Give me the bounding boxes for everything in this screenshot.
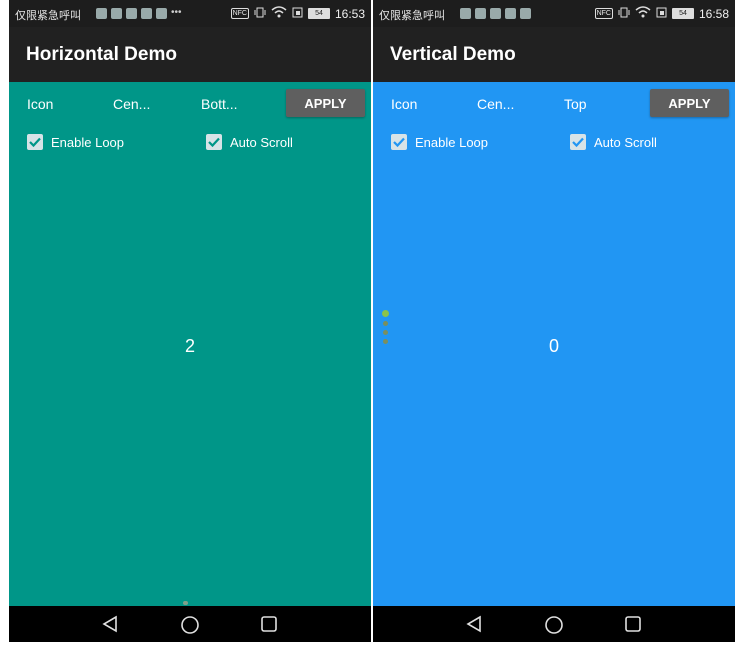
back-icon[interactable] xyxy=(465,615,483,638)
enable-loop-label: Enable Loop xyxy=(51,134,125,150)
gravity-spinner[interactable]: Cen... xyxy=(113,96,150,112)
recent-apps-icon[interactable] xyxy=(260,615,278,638)
vibrate-icon xyxy=(254,7,266,21)
position-spinner[interactable]: Top xyxy=(564,96,587,112)
page-title: Horizontal Demo xyxy=(26,44,177,65)
back-icon[interactable] xyxy=(101,615,119,638)
carrier-text: 仅限紧急呼叫 xyxy=(15,9,81,22)
sim-icon xyxy=(656,7,667,21)
page-title: Vertical Demo xyxy=(390,44,516,65)
app-bar: Horizontal Demo xyxy=(9,27,371,82)
sim-icon xyxy=(292,7,303,21)
horizontal-demo-screen: 仅限紧急呼叫 ••• NFC 54 16:53 Horizontal Demo xyxy=(9,0,371,642)
status-icons: NFC 54 16:53 xyxy=(230,6,365,21)
page-indicator xyxy=(183,601,188,605)
clock: 16:53 xyxy=(334,6,365,21)
battery-icon: 54 xyxy=(671,8,694,19)
vibrate-icon xyxy=(618,7,630,21)
checkbox-checked-icon xyxy=(206,134,222,150)
status-bar: 仅限紧急呼叫 ••• NFC 54 16:53 xyxy=(9,0,371,27)
apply-button[interactable]: APPLY xyxy=(650,89,729,117)
status-bar: 仅限紧急呼叫 NFC 54 16:58 xyxy=(373,0,735,27)
clock: 16:58 xyxy=(698,6,729,21)
notification-icon xyxy=(126,8,137,19)
indicator-dot xyxy=(383,321,388,326)
nfc-icon: NFC xyxy=(230,8,249,19)
indicator-dot xyxy=(383,339,388,344)
navigation-bar xyxy=(373,606,735,642)
apply-button[interactable]: APPLY xyxy=(286,89,365,117)
notification-icons xyxy=(460,8,531,19)
icon-type-spinner[interactable]: Icon xyxy=(391,96,417,112)
enable-loop-checkbox[interactable]: Enable Loop xyxy=(27,134,124,150)
checkbox-checked-icon xyxy=(27,134,43,150)
wifi-icon xyxy=(635,6,651,21)
auto-scroll-label: Auto Scroll xyxy=(594,134,657,150)
vertical-demo-screen: 仅限紧急呼叫 NFC 54 16:58 Vertical Demo Icon C… xyxy=(373,0,735,642)
nfc-icon: NFC xyxy=(594,8,613,19)
gravity-spinner[interactable]: Cen... xyxy=(477,96,514,112)
enable-loop-label: Enable Loop xyxy=(415,134,489,150)
recent-apps-icon[interactable] xyxy=(624,615,642,638)
home-icon[interactable] xyxy=(544,615,564,640)
checkbox-checked-icon xyxy=(391,134,407,150)
notification-icon xyxy=(96,8,107,19)
navigation-bar xyxy=(9,606,371,642)
enable-loop-checkbox[interactable]: Enable Loop xyxy=(391,134,488,150)
banner-content[interactable]: Icon Cen... Bott... APPLY Enable Loop Au… xyxy=(9,82,371,606)
indicator-dot xyxy=(383,330,388,335)
notification-icon xyxy=(111,8,122,19)
icon-type-spinner[interactable]: Icon xyxy=(27,96,53,112)
auto-scroll-label: Auto Scroll xyxy=(230,134,293,150)
status-icons: NFC 54 16:58 xyxy=(594,6,729,21)
wifi-icon xyxy=(271,6,287,21)
notification-icon xyxy=(505,8,516,19)
page-number: 0 xyxy=(548,336,559,356)
notification-icon xyxy=(490,8,501,19)
app-bar: Vertical Demo xyxy=(373,27,735,82)
notification-icon xyxy=(460,8,471,19)
notification-icon xyxy=(475,8,486,19)
home-icon[interactable] xyxy=(180,615,200,640)
checkbox-checked-icon xyxy=(570,134,586,150)
page-indicator xyxy=(382,310,389,344)
notification-icons: ••• xyxy=(96,8,182,19)
position-spinner[interactable]: Bott... xyxy=(201,96,238,112)
notification-icon xyxy=(141,8,152,19)
notification-icon xyxy=(520,8,531,19)
carrier-text: 仅限紧急呼叫 xyxy=(379,9,445,22)
banner-content[interactable]: Icon Cen... Top APPLY Enable Loop Auto S… xyxy=(373,82,735,606)
more-notifications-icon: ••• xyxy=(171,7,182,18)
auto-scroll-checkbox[interactable]: Auto Scroll xyxy=(570,134,657,150)
auto-scroll-checkbox[interactable]: Auto Scroll xyxy=(206,134,293,150)
page-number: 2 xyxy=(184,336,195,356)
notification-icon xyxy=(156,8,167,19)
indicator-dot-active xyxy=(382,310,389,317)
battery-icon: 54 xyxy=(307,8,330,19)
